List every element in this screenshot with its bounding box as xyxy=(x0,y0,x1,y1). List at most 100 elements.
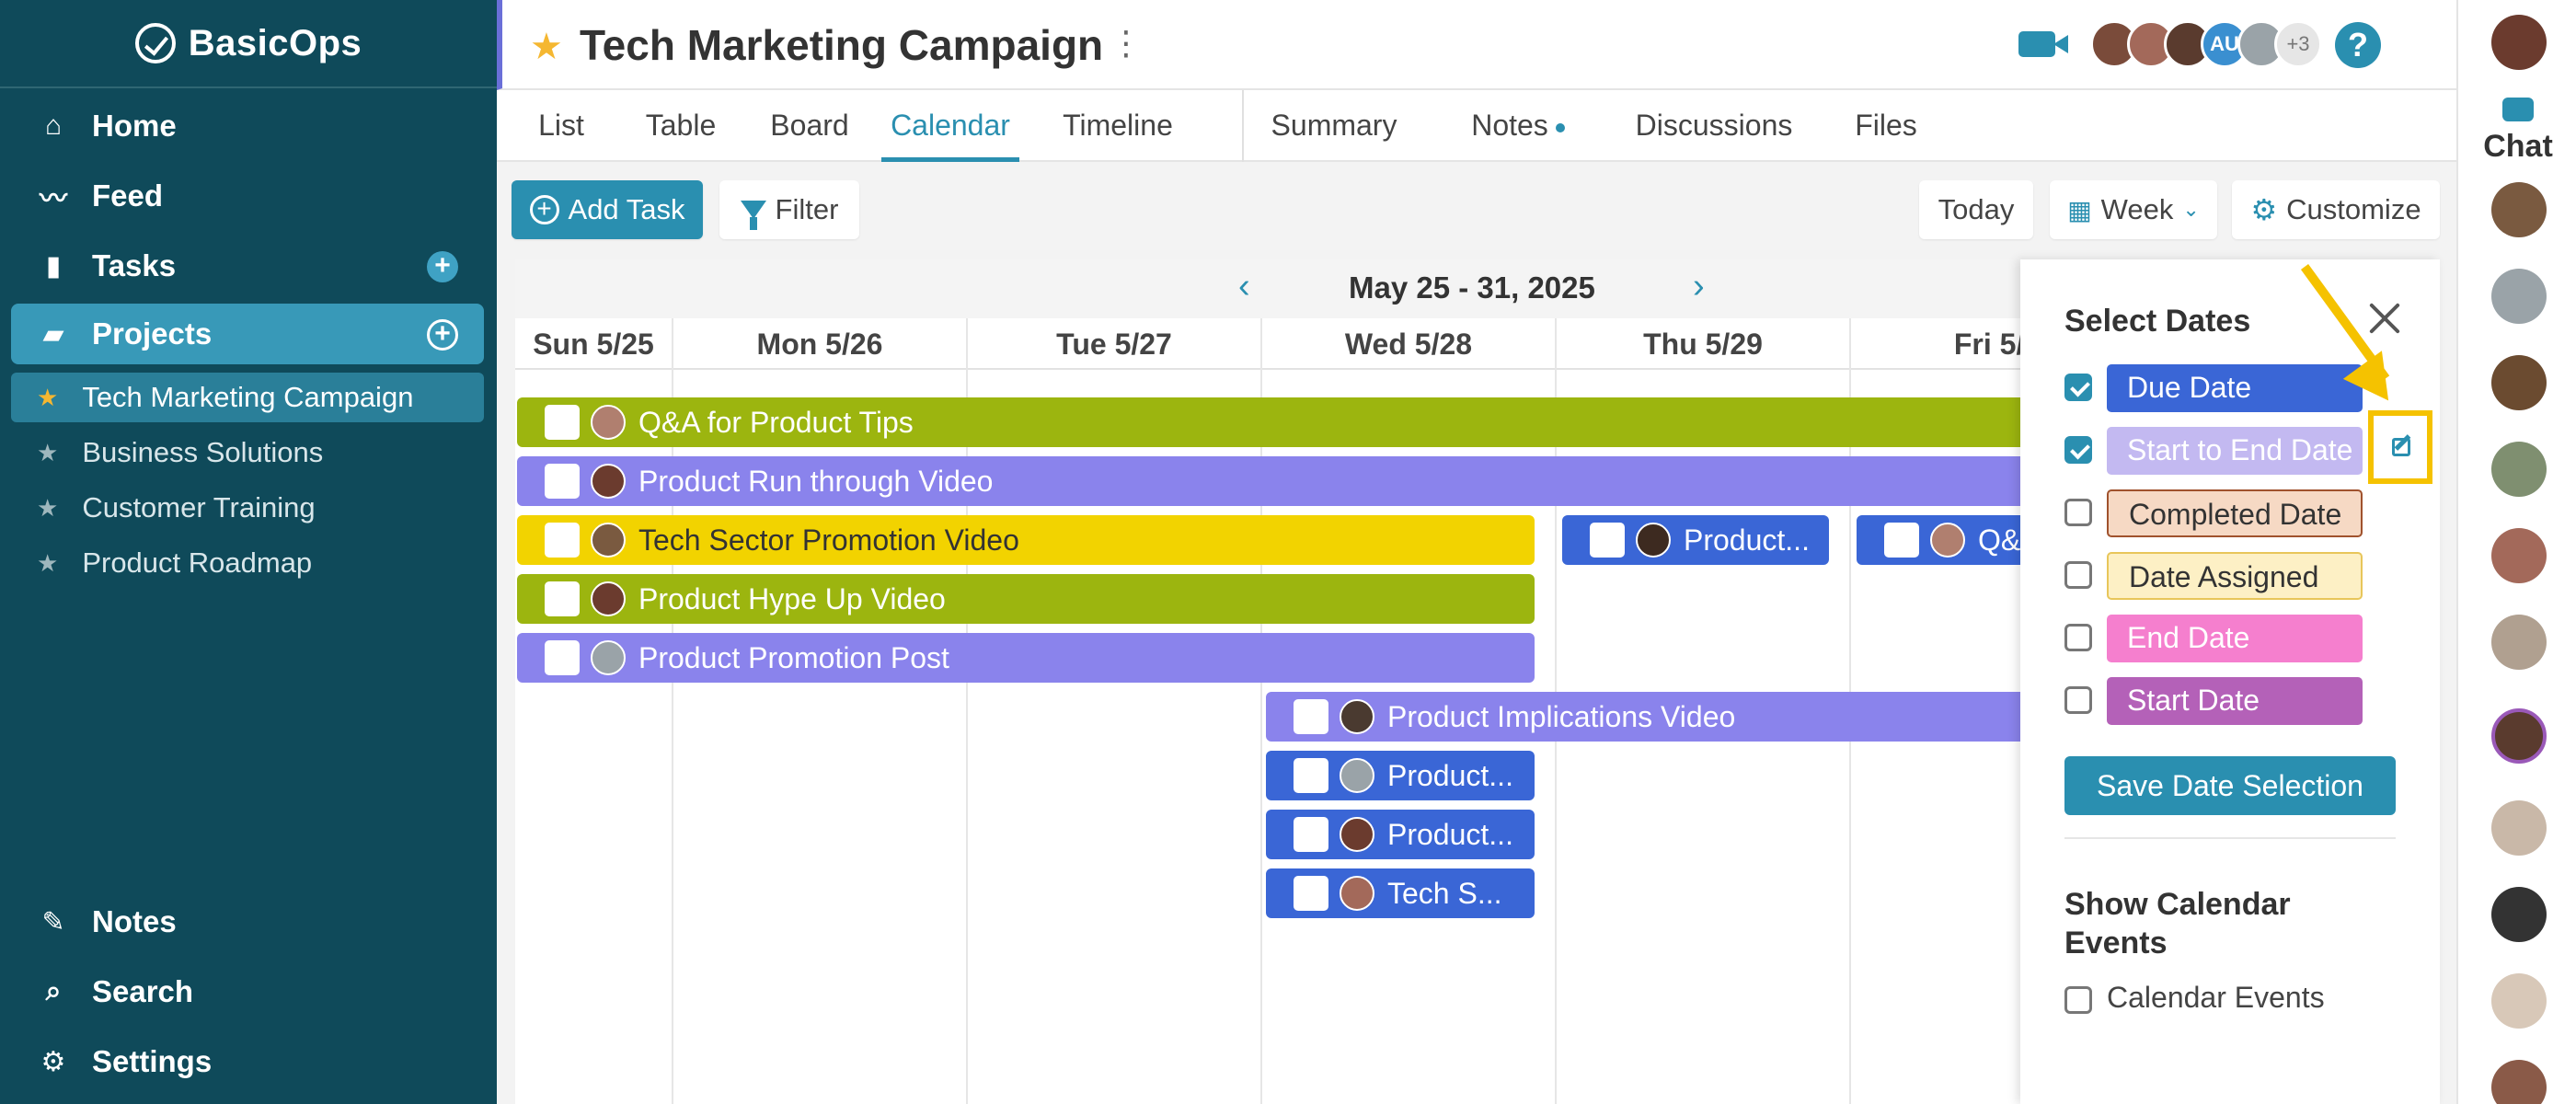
video-call-icon[interactable] xyxy=(2018,31,2068,57)
nav-feed[interactable]: 〰 Feed xyxy=(11,166,484,226)
date-option-checkbox[interactable] xyxy=(2064,561,2092,589)
task-bar[interactable]: Product Promotion Post xyxy=(517,633,1535,683)
tab-table[interactable]: Table xyxy=(626,90,736,162)
task-checkbox[interactable] xyxy=(545,464,580,499)
more-members-badge[interactable]: +3 xyxy=(2274,20,2322,68)
chat-avatar[interactable] xyxy=(2491,269,2547,324)
tab-summary[interactable]: Summary xyxy=(1260,90,1408,162)
chat-avatar[interactable] xyxy=(2491,708,2547,764)
chat-avatar[interactable] xyxy=(2491,1060,2547,1104)
date-option-label[interactable]: Start Date xyxy=(2107,677,2363,725)
task-bar[interactable]: Tech Sector Promotion Video xyxy=(517,515,1535,565)
project-label: Product Roadmap xyxy=(82,546,313,579)
more-options-icon[interactable]: ⋮ xyxy=(1110,24,1143,63)
date-option-label[interactable]: Completed Date xyxy=(2107,489,2363,537)
chat-avatar[interactable] xyxy=(2491,528,2547,583)
tab-board[interactable]: Board xyxy=(754,90,865,162)
task-checkbox[interactable] xyxy=(545,581,580,616)
tab-notes[interactable]: Notes xyxy=(1454,90,1582,162)
add-task-button[interactable]: + Add Task xyxy=(512,180,703,239)
chat-avatar[interactable] xyxy=(2491,442,2547,497)
task-bar[interactable]: Q& xyxy=(1857,515,2026,565)
date-option-checkbox[interactable] xyxy=(2064,436,2092,464)
chat-icon[interactable] xyxy=(2502,98,2534,121)
task-bar[interactable]: Product... xyxy=(1266,810,1535,859)
chat-avatar[interactable] xyxy=(2491,973,2547,1029)
project-item[interactable]: ★ Tech Marketing Campaign xyxy=(11,373,484,422)
date-option-checkbox[interactable] xyxy=(2064,686,2092,714)
chat-avatar[interactable] xyxy=(2491,800,2547,856)
task-bar[interactable]: Product... xyxy=(1266,751,1535,800)
date-option-checkbox[interactable] xyxy=(2064,624,2092,651)
tab-calendar[interactable]: Calendar xyxy=(881,90,1019,162)
customize-button[interactable]: ⚙ Customize xyxy=(2232,180,2440,239)
task-checkbox[interactable] xyxy=(545,405,580,440)
date-option-label[interactable]: End Date xyxy=(2107,615,2363,662)
task-bar[interactable]: Product Run through Video xyxy=(517,456,2026,506)
app-logo[interactable]: BasicOps xyxy=(0,0,497,88)
plus-circle-icon: + xyxy=(529,195,559,224)
add-task-plus-icon[interactable]: + xyxy=(427,251,458,282)
task-bar[interactable]: Product... xyxy=(1562,515,1829,565)
tab-list[interactable]: List xyxy=(515,90,607,162)
task-checkbox[interactable] xyxy=(545,640,580,675)
current-user-avatar[interactable] xyxy=(2491,15,2547,70)
gear-icon: ⚙ xyxy=(40,1046,66,1077)
task-bar[interactable]: Product Implications Video xyxy=(1266,692,2026,742)
task-checkbox[interactable] xyxy=(545,523,580,558)
tab-files[interactable]: Files xyxy=(1840,90,1932,162)
nav-home[interactable]: ⌂ Home xyxy=(11,96,484,156)
project-item[interactable]: ★ Business Solutions xyxy=(11,428,484,477)
chat-avatar[interactable] xyxy=(2491,615,2547,670)
folder-open-icon: ▰ xyxy=(42,318,64,350)
project-label: Customer Training xyxy=(82,491,316,523)
edit-icon[interactable] xyxy=(2392,438,2410,456)
task-checkbox[interactable] xyxy=(1884,523,1919,558)
help-icon[interactable]: ? xyxy=(2335,22,2381,68)
filter-button[interactable]: Filter xyxy=(719,180,859,239)
date-option-label[interactable]: Start to End Date xyxy=(2107,427,2363,475)
task-checkbox[interactable] xyxy=(1590,523,1625,558)
add-project-plus-icon[interactable]: + xyxy=(427,319,458,351)
chat-avatar[interactable] xyxy=(2491,355,2547,410)
tab-discussions[interactable]: Discussions xyxy=(1617,90,1811,162)
project-item[interactable]: ★ Customer Training xyxy=(11,483,484,533)
date-option-checkbox[interactable] xyxy=(2064,499,2092,526)
nav-projects[interactable]: ▰ Projects + xyxy=(11,304,484,364)
tab-timeline[interactable]: Timeline xyxy=(1040,90,1196,162)
gear-icon: ⚙ xyxy=(2250,193,2278,226)
task-checkbox[interactable] xyxy=(1294,817,1328,852)
task-checkbox[interactable] xyxy=(1294,876,1328,911)
today-button[interactable]: Today xyxy=(1919,180,2033,239)
task-label: Product Run through Video xyxy=(638,464,994,498)
calendar-range: May 25 - 31, 2025 xyxy=(1349,270,1595,305)
task-checkbox[interactable] xyxy=(1294,699,1328,734)
avatar xyxy=(1340,699,1374,734)
save-date-selection-button[interactable]: Save Date Selection xyxy=(2064,756,2396,815)
task-bar[interactable]: Tech S... xyxy=(1266,868,1535,918)
close-icon[interactable] xyxy=(2363,296,2407,340)
task-bar[interactable]: Product Hype Up Video xyxy=(517,574,1535,624)
calendar-events-checkbox[interactable] xyxy=(2064,986,2092,1014)
chat-avatar[interactable] xyxy=(2491,182,2547,237)
favorite-star-icon[interactable]: ★ xyxy=(530,26,563,68)
nav-settings[interactable]: ⚙ Settings xyxy=(11,1031,484,1092)
task-bar[interactable]: Q&A for Product Tips xyxy=(517,397,2026,447)
day-header: Sun 5/25 xyxy=(533,328,654,361)
date-option-label[interactable]: Date Assigned xyxy=(2107,552,2363,600)
nav-search[interactable]: ⌕ Search xyxy=(11,961,484,1022)
nav-projects-label: Projects xyxy=(92,316,213,351)
task-checkbox[interactable] xyxy=(1294,758,1328,793)
day-header: Thu 5/29 xyxy=(1643,328,1763,361)
date-option-checkbox[interactable] xyxy=(2064,374,2092,401)
project-item[interactable]: ★ Product Roadmap xyxy=(11,538,484,588)
next-week-icon[interactable]: › xyxy=(1693,267,1705,306)
nav-tasks[interactable]: ▮ Tasks + xyxy=(11,236,484,296)
star-icon: ★ xyxy=(37,548,59,577)
nav-notes[interactable]: ✎ Notes xyxy=(11,891,484,952)
date-option-label[interactable]: Due Date xyxy=(2107,364,2363,412)
prev-week-icon[interactable]: ‹ xyxy=(1238,267,1250,306)
calendar-events-label: Calendar Events xyxy=(2107,981,2325,1014)
chat-avatar[interactable] xyxy=(2491,887,2547,942)
view-select[interactable]: ▦ Week ⌄ xyxy=(2050,180,2217,239)
